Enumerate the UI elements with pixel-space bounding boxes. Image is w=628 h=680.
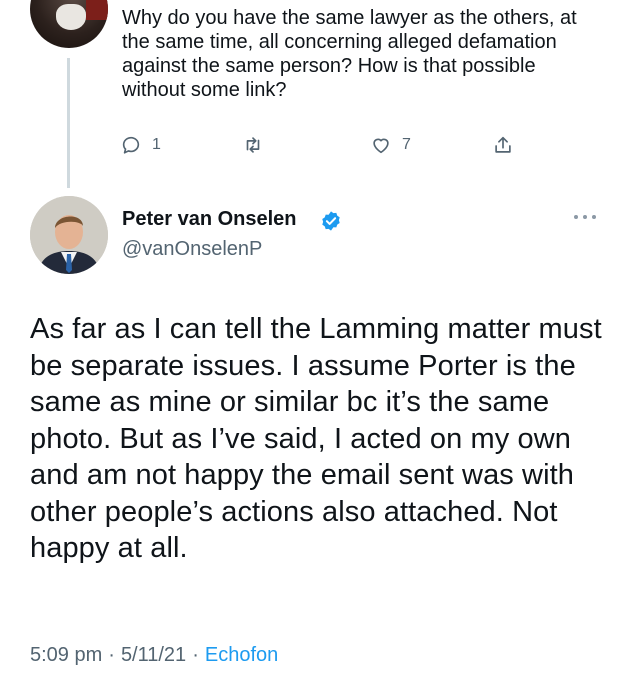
reply-button[interactable]: 1	[120, 134, 161, 156]
meta-separator: ·	[192, 644, 199, 666]
parent-tweet-actions: 1 7	[120, 134, 540, 160]
verified-badge-icon	[322, 211, 340, 231]
author-handle[interactable]: @vanOnselenP	[122, 238, 262, 261]
author-name[interactable]: Peter van Onselen	[122, 208, 297, 231]
tweet-text: As far as I can tell the Lamming matter …	[30, 313, 602, 564]
heart-icon	[373, 138, 389, 154]
reply-icon	[122, 136, 140, 154]
author-avatar[interactable]	[30, 196, 108, 274]
more-icon[interactable]	[572, 212, 598, 222]
like-button[interactable]: 7	[370, 134, 411, 156]
parent-avatar[interactable]	[30, 0, 108, 48]
share-button[interactable]	[492, 134, 514, 156]
thread-line	[67, 58, 70, 188]
tweet-source[interactable]: Echofon	[205, 644, 278, 667]
author-photo	[30, 196, 108, 274]
meta-separator: ·	[108, 644, 115, 666]
retweet-button[interactable]	[242, 134, 264, 156]
parent-tweet-text: Why do you have the same lawyer as the o…	[122, 7, 577, 101]
tweet-time[interactable]: 5:09 pm	[30, 644, 102, 667]
reply-count: 1	[152, 136, 161, 153]
avatar-cat	[56, 4, 86, 30]
like-count: 7	[402, 136, 411, 153]
tweet-meta: 5:09 pm · 5/11/21 · Echofon	[30, 644, 278, 667]
share-icon	[495, 136, 511, 153]
avatar-background	[86, 0, 108, 20]
retweet-icon	[246, 137, 260, 153]
tweet-date[interactable]: 5/11/21	[121, 644, 186, 667]
